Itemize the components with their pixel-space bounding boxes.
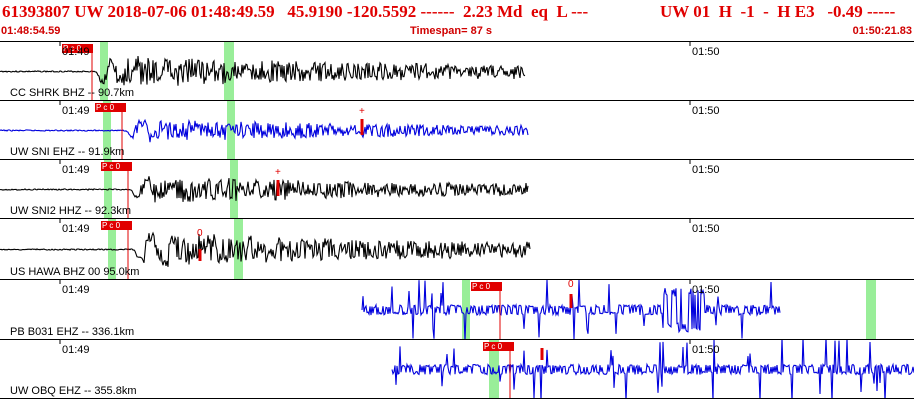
seismogram-panel[interactable]: P c 0 01:49 01:50 UW OBQ EHZ -- 355.8km xyxy=(0,339,914,399)
bottom-border xyxy=(0,398,914,399)
waveform-trace xyxy=(0,55,526,86)
event-header: 61393807 UW 2018-07-06 01:48:49.59 45.91… xyxy=(0,0,914,41)
timespan: Timespan= 87 s xyxy=(410,25,493,37)
tick-label-left: 01:49 xyxy=(62,223,90,235)
start-time: 01:48:54.59 xyxy=(1,25,61,37)
station-label: UW OBQ EHZ -- 355.8km xyxy=(10,385,137,397)
seismogram-panel[interactable]: P c 0-01:4901:50CC SHRK BHZ -- 90.7km xyxy=(0,41,914,101)
station-label: US HAWA BHZ 00 95.0km xyxy=(10,266,140,278)
station-label: PB B031 EHZ -- 336.1km xyxy=(10,326,135,338)
tick-label-left: 01:49 xyxy=(62,105,90,117)
p-pick-label[interactable]: P c 0 xyxy=(101,221,132,230)
tick-label-right: 01:50 xyxy=(692,284,720,296)
station-label: UW SNI2 HHZ -- 92.3km xyxy=(10,205,132,217)
end-time: 01:50:21.83 xyxy=(852,25,912,37)
time-window-highlight xyxy=(224,42,234,101)
time-window-highlight xyxy=(462,280,470,340)
tick-label-left: 01:49 xyxy=(62,46,90,58)
tick-label-right: 01:50 xyxy=(692,344,720,356)
p-pick-label[interactable]: P c 0 xyxy=(471,282,502,291)
seismogram-panel[interactable]: P c 0 +01:49 01:50 UW SNI2 HHZ -- 92.3km xyxy=(0,159,914,219)
waveform-plot xyxy=(59,340,914,399)
tick-label-right: 01:50 xyxy=(692,223,720,235)
station-label: CC SHRK BHZ -- 90.7km xyxy=(10,87,135,99)
tick-label-right: 01:50 xyxy=(692,164,720,176)
seismogram-panel[interactable]: P c 0 0 01:49 01:50 PB B031 EHZ -- 336.1km xyxy=(0,279,914,340)
event-summary: 61393807 UW 2018-07-06 01:48:49.59 45.91… xyxy=(2,2,589,21)
pick-quality-mark: 0 xyxy=(197,228,203,239)
tick-label-right: 01:50 xyxy=(692,46,720,58)
waveform-trace xyxy=(0,231,531,267)
waveform-plot xyxy=(59,280,876,340)
waveform-plot xyxy=(0,160,691,219)
pick-quality-mark: + xyxy=(359,106,365,117)
waveform-plot xyxy=(0,42,691,101)
station-label: UW SNI EHZ -- 91.9km xyxy=(10,146,125,158)
pick-quality-mark: + xyxy=(275,167,281,178)
tick-label-right: 01:50 xyxy=(692,105,720,117)
p-pick-label[interactable]: P c 0 xyxy=(483,342,514,351)
p-pick-label[interactable]: P c 0 xyxy=(101,162,132,171)
tick-label-left: 01:49 xyxy=(62,344,90,356)
waveform-trace xyxy=(0,118,529,143)
event-title: 61393807 UW 2018-07-06 01:48:49.59 45.91… xyxy=(0,2,914,22)
p-pick-label[interactable]: P c 0 xyxy=(95,103,126,112)
pick-quality-mark: 0 xyxy=(568,279,574,290)
time-window-highlight xyxy=(866,280,876,340)
waveform-trace xyxy=(0,176,529,203)
waveform-trace xyxy=(391,340,914,399)
waveform-plot xyxy=(0,101,691,160)
seismogram-panel[interactable]: P c 0 0 01:49 01:50 US HAWA BHZ 00 95.0km xyxy=(0,218,914,280)
tick-label-left: 01:49 xyxy=(62,284,90,296)
seismogram-panel[interactable]: P c 0 +01:49 01:50 UW SNI EHZ -- 91.9km xyxy=(0,100,914,160)
event-solution-info: UW 01 H -1 - H E3 -0.49 ----- xyxy=(660,2,896,21)
tick-label-left: 01:49 xyxy=(62,164,90,176)
